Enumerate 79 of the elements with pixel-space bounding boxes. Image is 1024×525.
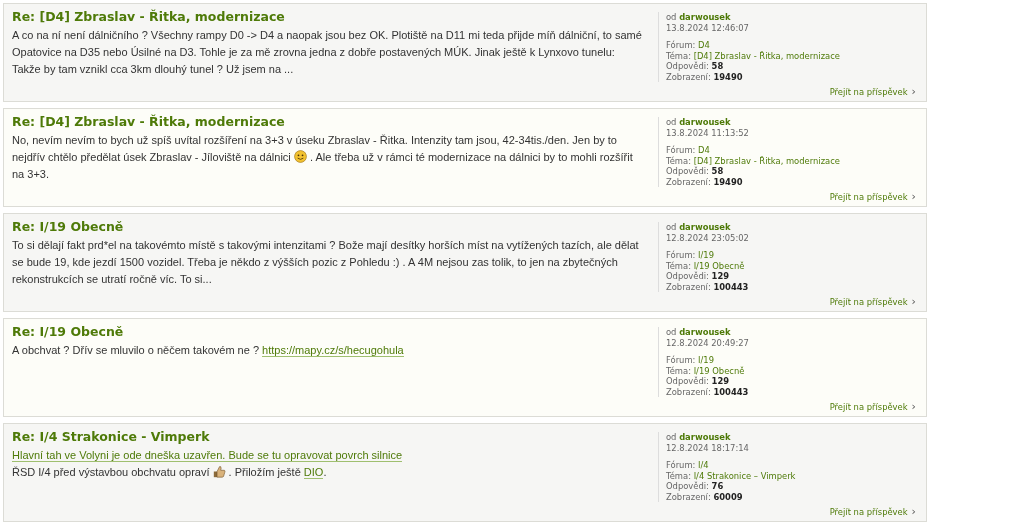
forum-label: Fórum: — [666, 355, 696, 365]
topic-label: Téma: — [666, 260, 691, 271]
views-label: Zobrazení: — [666, 281, 711, 292]
author-label: od — [666, 432, 677, 442]
views-label: Zobrazení: — [666, 386, 711, 397]
post-link[interactable]: https://mapy.cz/s/hecugohula — [262, 344, 404, 357]
views-count: 100443 — [713, 386, 749, 397]
post-text: ŘSD I/4 před výstavbou obchvatu opraví . Přiložím ještě DIO. — [12, 464, 328, 481]
post-text: A obchvat ? Dřív se mluvilo o něčem takovém ne ? https://mapy.cz/s/hecugohula — [12, 343, 405, 359]
replies-count: 58 — [711, 61, 724, 71]
goto-post-link[interactable]: Přejít na příspěvek — [829, 192, 908, 202]
post-date: 12.8.2024 18:17:14 — [666, 442, 749, 453]
author-link[interactable]: darwousek — [679, 432, 731, 442]
post-date: 12.8.2024 23:05:02 — [666, 232, 749, 243]
topic-link[interactable]: [D4] Zbraslav - Řitka, modernizace — [693, 155, 840, 166]
post-link[interactable]: Hlavní tah ve Volyni je ode dneška uzavřen. Bude se tu opravovat povrch silnice — [12, 449, 403, 462]
views-count: 100443 — [713, 281, 749, 292]
post-date: 13.8.2024 11:13:52 — [666, 127, 749, 138]
forum-label: Fórum: — [666, 460, 696, 470]
author-link[interactable]: darwousek — [679, 12, 731, 22]
post-title[interactable]: Re: I/19 Obecně — [12, 324, 646, 339]
chevron-icon: › — [911, 507, 916, 517]
views-label: Zobrazení: — [666, 491, 711, 502]
author-label: od — [666, 222, 677, 232]
replies-label: Odpovědi: — [666, 166, 709, 176]
topic-link[interactable]: I/19 Obecně — [693, 260, 745, 271]
chevron-icon: › — [911, 192, 916, 202]
replies-label: Odpovědi: — [666, 376, 709, 386]
author-link[interactable]: darwousek — [679, 327, 731, 337]
topic-label: Téma: — [666, 365, 691, 376]
smiley-icon — [293, 150, 307, 163]
forum-link[interactable]: D4 — [698, 40, 710, 50]
post-text: A co na ní není dálničního ? Všechny rampy D0 -> D4 a naopak jsou bez OK. Plotiště na D11 mi teda přijde míň dálniční, to samé Opatovice na D35 nebo Úsilné na D3. Tohle je za mě zrovna jedna z dobře postavených MÚK. Jinak ještě k Lynxovo tunelu: Takže by tam vznikl cca 3km dlouhý tunel ? Už jsem na ... — [12, 28, 643, 77]
topic-label: Téma: — [666, 50, 691, 61]
author-label: od — [666, 117, 677, 127]
topic-label: Téma: — [666, 470, 691, 481]
post-title[interactable]: Re: [D4] Zbraslav - Řitka, modernizace — [12, 114, 646, 129]
replies-label: Odpovědi: — [666, 61, 709, 71]
post-date: 12.8.2024 20:49:27 — [666, 337, 749, 348]
forum-link[interactable]: I/19 — [698, 355, 714, 365]
forum-link[interactable]: I/19 — [698, 250, 714, 260]
views-label: Zobrazení: — [666, 176, 711, 187]
views-label: Zobrazení: — [666, 71, 711, 82]
post-date: 13.8.2024 12:46:07 — [666, 22, 749, 33]
replies-label: Odpovědi: — [666, 481, 709, 491]
author-link[interactable]: darwousek — [679, 222, 731, 232]
post-title[interactable]: Re: I/19 Obecně — [12, 219, 646, 234]
post-text: To si dělají fakt prd*el na takovémto místě s takovými intenzitami ? Bože mají desítky horších míst na vytížených tazích, ale dělat se bude 19, kde jezdí 1500 vozidel. Třeba je někdo z výšších pozic z Pohledu :) . A 4M nejsou zas tolik, to jen na zbytečných rekonstrukcích se utratí ročně víc. To si... — [12, 238, 640, 287]
chevron-icon: › — [911, 87, 916, 97]
forum-label: Fórum: — [666, 145, 696, 155]
topic-label: Téma: — [666, 155, 691, 166]
views-count: 60009 — [713, 491, 743, 502]
goto-post-link[interactable]: Přejít na příspěvek — [829, 87, 908, 97]
forum-label: Fórum: — [666, 250, 696, 260]
views-count: 19490 — [713, 71, 743, 82]
forum-link[interactable]: D4 — [698, 145, 710, 155]
topic-link[interactable]: I/19 Obecně — [693, 365, 745, 376]
chevron-icon: › — [911, 297, 916, 307]
forum-link[interactable]: I/4 — [698, 460, 709, 470]
forum-label: Fórum: — [666, 40, 696, 50]
author-label: od — [666, 12, 677, 22]
thumbs-up-icon — [212, 465, 226, 478]
goto-post-link[interactable]: Přejít na příspěvek — [829, 402, 908, 412]
views-count: 19490 — [713, 176, 743, 187]
post-title[interactable]: Re: I/4 Strakonice - Vimperk — [12, 429, 646, 444]
replies-count: 129 — [711, 271, 730, 281]
goto-post-link[interactable]: Přejít na příspěvek — [829, 297, 908, 307]
post-text: No, nevím nevím to bych už spíš uvítal rozšíření na 3+3 v úseku Zbraslav - Řitka. Intenzity tam jsou, 42-34tis./den. Jen by to nejdřív chtělo předělat úsek Zbraslav - Jíloviště na dálnici . Ale třeba už v rámci té modernizace na dálnici by to mohli rozšířit na 3+3. — [12, 133, 634, 182]
post-title[interactable]: Re: [D4] Zbraslav - Řitka, modernizace — [12, 9, 646, 24]
chevron-icon: › — [911, 402, 916, 412]
goto-post-link[interactable]: Přejít na příspěvek — [829, 507, 908, 517]
replies-label: Odpovědi: — [666, 271, 709, 281]
replies-count: 76 — [711, 481, 724, 491]
replies-count: 58 — [711, 166, 724, 176]
author-link[interactable]: darwousek — [679, 117, 731, 127]
topic-link[interactable]: I/4 Strakonice – Vimperk — [693, 470, 796, 481]
topic-link[interactable]: [D4] Zbraslav - Řitka, modernizace — [693, 50, 840, 61]
replies-count: 129 — [711, 376, 730, 386]
author-label: od — [666, 327, 677, 337]
